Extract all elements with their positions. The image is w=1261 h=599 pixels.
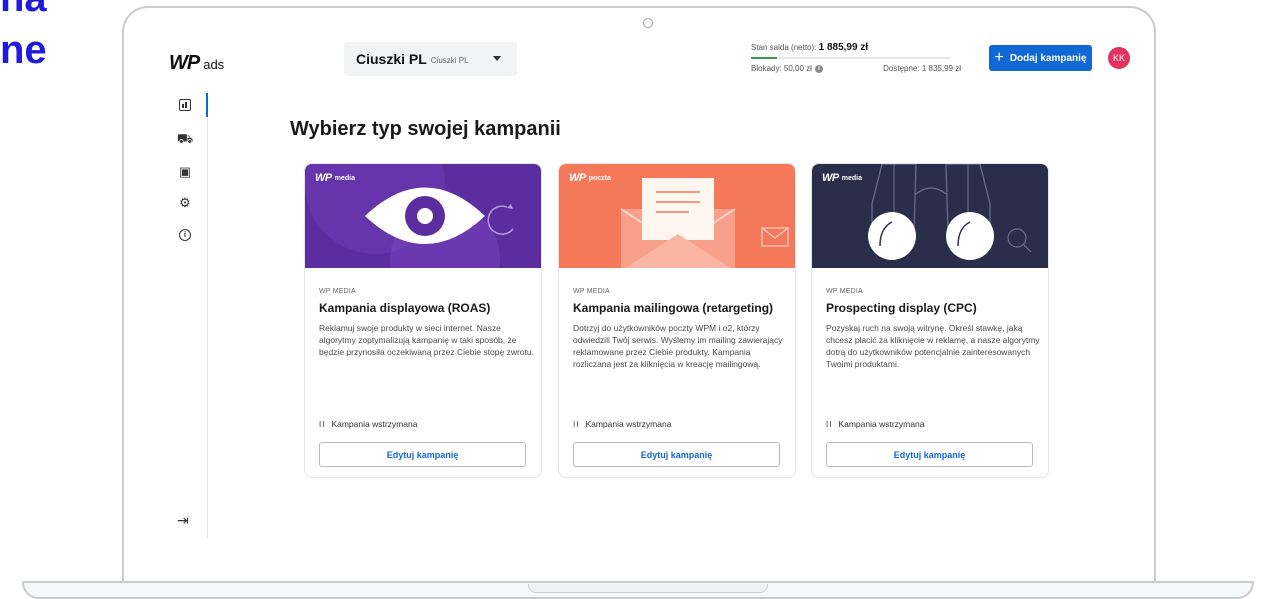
- cropped-headline-line-1: na: [0, 0, 47, 18]
- balance-line: Stan salda (netto): 1 885,99 zł: [751, 42, 868, 53]
- account-subname: Ciuszki PL: [430, 56, 469, 65]
- card-title: Kampania displayowa (ROAS): [319, 301, 491, 315]
- sidenav-item-wallet[interactable]: ▣: [177, 163, 193, 179]
- laptop-notch: [528, 584, 768, 593]
- app-screen: WP ads Ciuszki PL Ciuszki PL Stan salda …: [137, 38, 1142, 578]
- account-name: Ciuszki PL: [356, 51, 427, 67]
- page-root: na ne WP ads Ciuszki PL Ciuszki PL Stan …: [0, 0, 1261, 599]
- edit-campaign-button[interactable]: Edytuj kampanię: [573, 442, 780, 467]
- card-status: II Kampania wstrzymana: [319, 419, 417, 429]
- campaign-card-prospecting: WP media WP MEDIA Prospecting display (C…: [811, 163, 1049, 478]
- card-description: Pozyskaj ruch na swoją witrynę. Określ s…: [826, 323, 1040, 369]
- card-status: II Kampania wstrzymana: [573, 419, 671, 429]
- campaign-card-display: WP media WP MEDIA Kampania displayowa (R…: [304, 163, 542, 478]
- card-brand: WP media: [822, 172, 862, 184]
- settings-icon: ⚙: [179, 194, 191, 210]
- card-description: Dotrzyj do użytkowników poczty WPM i o2,…: [573, 323, 783, 369]
- camera-icon: [643, 18, 653, 28]
- logo-mark: WP: [169, 52, 200, 74]
- edit-campaign-button[interactable]: Edytuj kampanię: [319, 442, 526, 467]
- card-banner-envelope: WP poczta: [559, 164, 795, 268]
- cropped-headline-line-2: ne: [0, 28, 47, 72]
- user-avatar[interactable]: KK: [1108, 47, 1130, 69]
- blocked-amount: Blokady: 50,00 zł i: [751, 64, 823, 73]
- card-description: Reklamuj swoje produkty w sieci internet…: [319, 323, 534, 357]
- wallet-icon: ▣: [178, 163, 192, 179]
- cart-icon: ⛟: [176, 130, 194, 146]
- sidenav-active-indicator: [206, 93, 208, 117]
- sidenav-item-settings[interactable]: ⚙: [177, 194, 193, 210]
- sidenav-item-cart[interactable]: ⛟: [177, 130, 193, 146]
- card-brand: WP media: [315, 172, 355, 184]
- balance-label: Stan salda (netto):: [751, 43, 817, 52]
- card-banner-binoculars: WP media: [812, 164, 1048, 268]
- card-banner-eye: WP media: [305, 164, 541, 268]
- sidenav-divider: [207, 90, 208, 538]
- balance-bar-fill: [751, 57, 777, 59]
- info-icon: i: [179, 229, 191, 241]
- pause-icon: II: [826, 419, 833, 429]
- pause-icon: II: [319, 419, 326, 429]
- blocked-label: Blokady: 50,00 zł: [751, 64, 812, 73]
- wp-ads-logo[interactable]: WP ads: [169, 52, 224, 75]
- chart-icon: [179, 99, 191, 111]
- campaign-card-mailing: WP poczta WP MEDIA Kampania mailingowa (…: [558, 163, 796, 478]
- card-brand: WP poczta: [569, 172, 611, 184]
- account-selector[interactable]: Ciuszki PL Ciuszki PL: [344, 42, 517, 76]
- card-eyebrow: WP MEDIA: [826, 288, 863, 295]
- logout-icon[interactable]: ⇥: [177, 512, 189, 529]
- caret-down-icon: [493, 56, 501, 61]
- sidenav-item-info[interactable]: i: [177, 227, 193, 243]
- balance-bar: [751, 57, 951, 59]
- sidenav-item-dashboard[interactable]: [177, 97, 193, 113]
- info-icon[interactable]: i: [814, 64, 823, 73]
- add-campaign-button[interactable]: + Dodaj kampanię: [989, 45, 1092, 71]
- balance-value: 1 885,99 zł: [818, 42, 869, 53]
- balance-summary: Stan salda (netto): 1 885,99 zł Blokady:…: [751, 42, 961, 76]
- plus-icon: +: [994, 49, 1004, 66]
- card-eyebrow: WP MEDIA: [573, 288, 610, 295]
- available-amount: Dostępne: 1 835,99 zł: [883, 64, 961, 73]
- pause-icon: II: [573, 419, 580, 429]
- card-status: II Kampania wstrzymana: [826, 419, 924, 429]
- card-status-label: Kampania wstrzymana: [331, 419, 418, 429]
- logo-suffix: ads: [203, 57, 225, 72]
- edit-campaign-button[interactable]: Edytuj kampanię: [826, 442, 1033, 467]
- card-status-label: Kampania wstrzymana: [585, 419, 672, 429]
- card-status-label: Kampania wstrzymana: [838, 419, 925, 429]
- card-eyebrow: WP MEDIA: [319, 288, 356, 295]
- page-title: Wybierz typ swojej kampanii: [290, 118, 561, 140]
- card-title: Prospecting display (CPC): [826, 301, 977, 315]
- card-title: Kampania mailingowa (retargeting): [573, 301, 774, 315]
- add-campaign-label: Dodaj kampanię: [1009, 52, 1087, 64]
